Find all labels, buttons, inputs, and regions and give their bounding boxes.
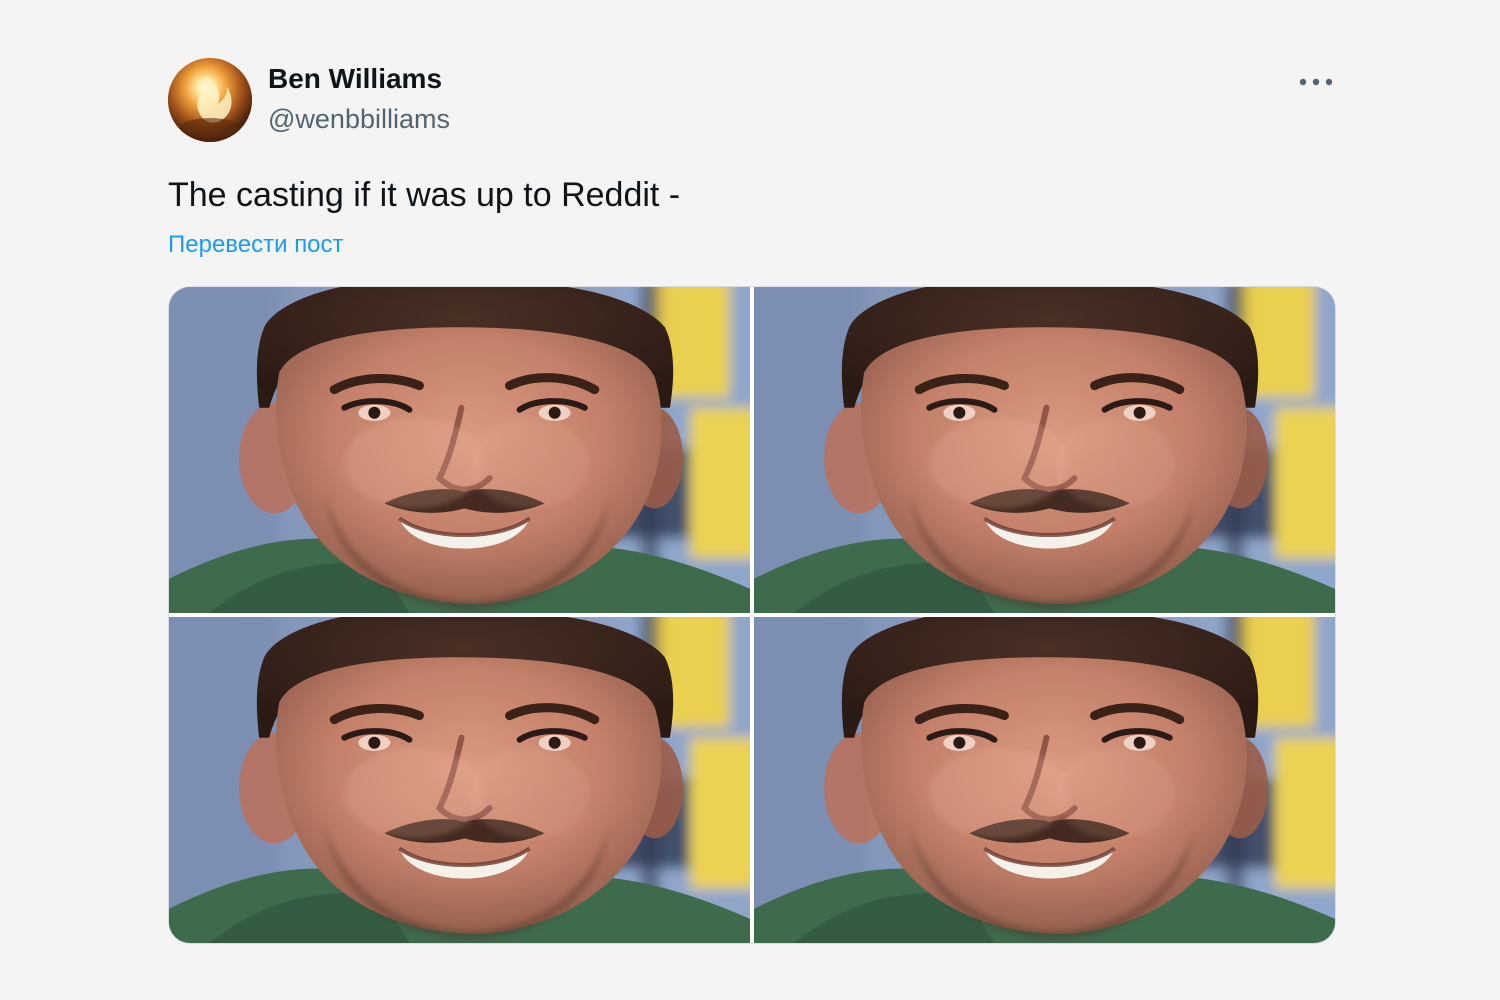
fire-avatar-icon	[168, 58, 252, 142]
portrait-photo-icon	[754, 287, 1335, 613]
more-dots-icon	[1299, 78, 1333, 86]
media-grid	[168, 286, 1336, 944]
tweet-card: Ben Williams @wenbbilliams The casting i…	[168, 56, 1336, 944]
media-image-1[interactable]	[169, 287, 750, 613]
portrait-photo-icon	[169, 287, 750, 613]
media-image-3[interactable]	[169, 617, 750, 943]
tweet-text: The casting if it was up to Reddit -	[168, 176, 681, 214]
avatar[interactable]	[168, 58, 252, 142]
author-names: Ben Williams @wenbbilliams	[268, 62, 450, 136]
media-image-4[interactable]	[754, 617, 1335, 943]
tweet-header: Ben Williams @wenbbilliams	[168, 56, 1336, 146]
portrait-photo-icon	[754, 617, 1335, 943]
author-display-name[interactable]: Ben Williams	[268, 62, 450, 96]
more-options-button[interactable]	[1296, 66, 1336, 98]
translate-post-link[interactable]: Перевести пост	[168, 230, 344, 260]
portrait-photo-icon	[169, 617, 750, 943]
author-handle[interactable]: @wenbbilliams	[268, 102, 450, 136]
media-image-2[interactable]	[754, 287, 1335, 613]
